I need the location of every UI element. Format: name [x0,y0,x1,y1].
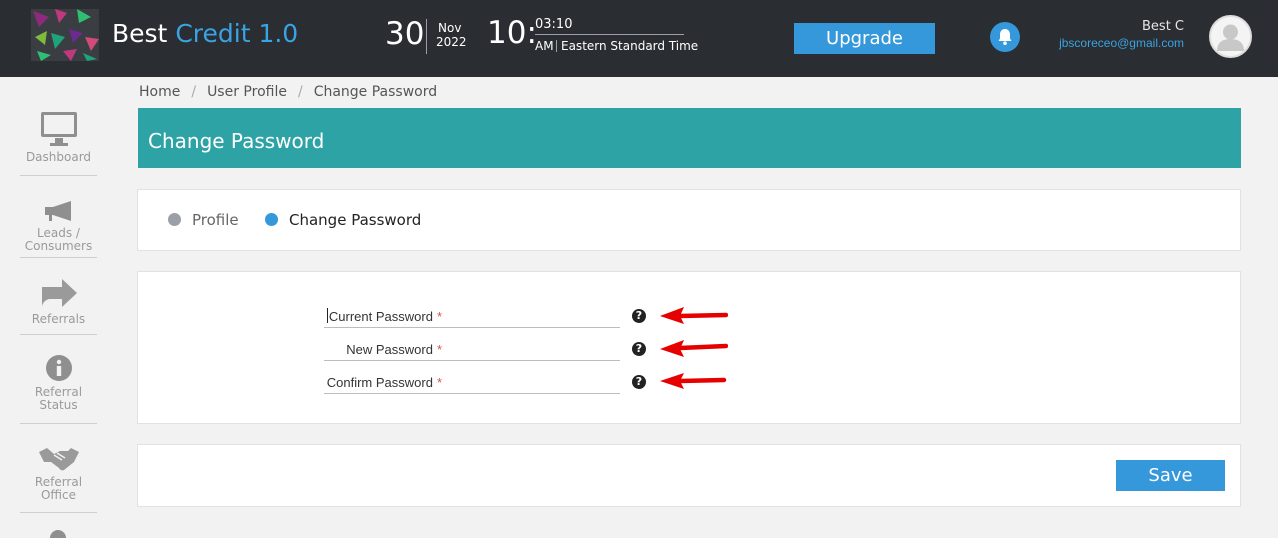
breadcrumb-current: Change Password [313,84,438,100]
tabs-card: Profile Change Password [137,189,1241,251]
sidebar-item-leads[interactable]: Leads / Consumers [20,199,97,258]
tab-change-password[interactable]: Change Password [265,211,421,229]
form-actions: Save [137,444,1241,507]
tab-label: Profile [192,211,239,229]
red-arrow-annotation [660,307,728,324]
tab-status-dot [265,213,278,226]
red-arrow-annotation [660,373,727,389]
share-arrow-icon [41,279,77,307]
brand-prefix: Best [112,19,168,48]
time-hour: 10: [487,15,537,51]
date-day: 30 [385,16,425,52]
sidebar-item-referrals[interactable]: Referrals [20,277,97,335]
sidebar: Dashboard Leads / Consumers Referrals Re… [0,77,116,538]
form-row-confirm-password: Confirm Password * ? [138,368,1242,401]
date-divider [426,19,427,54]
red-arrow-annotation [660,340,728,357]
tab-profile[interactable]: Profile [168,211,239,229]
handshake-icon [38,448,79,471]
sidebar-item-label: Referrals [31,312,86,326]
form-row-new-password: New Password * ? [138,335,1242,368]
breadcrumb: Home / User Profile / Change Password [139,84,437,100]
current-password-input[interactable] [324,302,620,328]
notifications-button[interactable] [990,22,1020,52]
new-password-input[interactable] [324,335,620,361]
info-icon [45,355,72,381]
bell-icon [998,29,1012,45]
time-minutes: 03:10 [535,17,573,32]
user-email[interactable]: jbscoreceo@gmail.com [1059,36,1184,50]
form-row-current-password: Current Password * ? [138,302,1242,335]
user-name[interactable]: Best C [1142,19,1184,34]
sidebar-item-label: Leads / Consumers [24,226,93,253]
user-avatar-icon [1217,24,1244,51]
upgrade-button[interactable]: Upgrade [794,23,935,54]
page-title-bar: Change Password [138,108,1241,168]
sidebar-item-label: Dashboard [25,150,92,164]
megaphone-icon [44,201,71,221]
top-header: Best Credit 1.0 30 Nov 2022 10: 03:10 AM… [0,0,1278,77]
tab-status-dot [168,213,181,226]
help-icon[interactable]: ? [632,309,646,323]
sidebar-item-label: Referral Status [34,385,83,412]
save-button[interactable]: Save [1116,460,1225,491]
sidebar-item-partial[interactable] [50,530,66,538]
monitor-icon [40,112,77,146]
brand-accent: Credit 1.0 [175,19,299,48]
sidebar-item-referral-status[interactable]: Referral Status [20,354,97,424]
help-icon[interactable]: ? [632,342,646,356]
breadcrumb-user-profile[interactable]: User Profile [207,84,287,100]
confirm-password-input[interactable] [324,368,620,394]
date-year: 2022 [436,35,467,49]
page-title: Change Password [148,129,325,153]
time-zone: Eastern Standard Time [561,39,699,53]
app-title: Best Credit 1.0 [112,19,298,48]
time-divider [535,34,684,35]
help-icon[interactable]: ? [632,375,646,389]
user-avatar[interactable] [1209,15,1252,58]
timezone-divider [556,40,557,52]
breadcrumb-home[interactable]: Home [139,84,180,100]
breadcrumb-separator: / [297,84,303,100]
tab-label: Change Password [289,211,422,229]
password-form: Current Password * ? New Password * ? Conf… [137,271,1241,424]
breadcrumb-separator: / [191,84,197,100]
sidebar-item-dashboard[interactable]: Dashboard [20,111,97,176]
date-month: Nov [438,21,462,35]
sidebar-item-referral-office[interactable]: Referral Office [20,446,97,513]
sidebar-item-label: Referral Office [34,475,83,502]
brand-logo[interactable] [29,7,101,63]
text-cursor [327,308,328,323]
time-ampm: AM [535,39,554,53]
